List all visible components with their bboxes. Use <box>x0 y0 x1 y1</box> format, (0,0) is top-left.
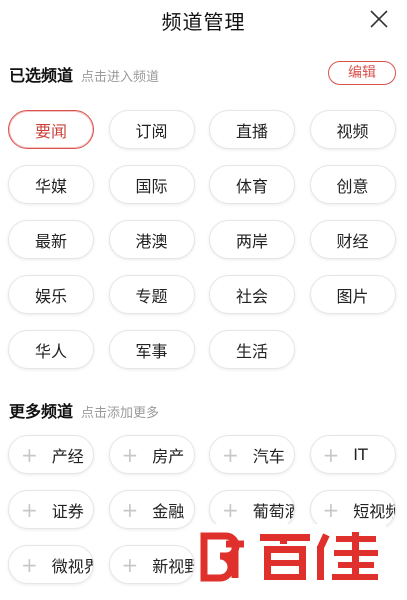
channel-label: 创意 <box>336 176 369 196</box>
channel-chip[interactable]: 华媒 <box>8 165 94 204</box>
add-channel-chip[interactable]: + 产经 <box>8 435 94 474</box>
plus-icon: + <box>121 497 139 522</box>
channel-chip[interactable]: 专题 <box>108 275 195 314</box>
channel-label: 国际 <box>135 176 168 196</box>
add-channel-chip[interactable]: + 汽车 <box>209 435 295 474</box>
plus-icon: + <box>222 497 239 522</box>
add-channel-chip[interactable]: + 证券 <box>8 490 94 529</box>
channel-label: 视频 <box>336 121 369 141</box>
channel-chip[interactable]: 港澳 <box>108 220 195 259</box>
channel-chip[interactable]: 军事 <box>108 330 195 369</box>
channel-chip[interactable]: 娱乐 <box>8 275 94 314</box>
channel-label: 娱乐 <box>34 286 67 306</box>
bt-logo-icon <box>200 532 378 582</box>
add-channel-chip[interactable]: + 微视界 <box>8 545 94 584</box>
channel-label: IT <box>353 445 368 464</box>
add-channel-chip[interactable]: + 新视野 <box>108 545 195 584</box>
add-channel-chip[interactable]: + 金融 <box>108 490 195 529</box>
channel-label: 最新 <box>34 231 67 251</box>
more-section-header: 更多频道 点击添加更多 <box>9 398 159 422</box>
more-section-title: 更多频道 <box>9 402 74 421</box>
channel-chip[interactable]: 直播 <box>209 110 295 149</box>
channel-chip[interactable]: 创意 <box>309 165 396 204</box>
plus-icon: + <box>21 442 38 467</box>
channel-chip[interactable]: 财经 <box>309 220 396 259</box>
channel-label: 港澳 <box>135 231 168 251</box>
channel-chip-active[interactable]: 要闻 <box>8 110 94 149</box>
channel-label: 生活 <box>235 341 268 361</box>
channel-label: 两岸 <box>235 231 268 251</box>
channel-label: 体育 <box>235 176 268 196</box>
add-channel-chip[interactable]: + IT <box>309 435 396 474</box>
channel-label: 订阅 <box>135 121 168 141</box>
channel-label: 华人 <box>34 341 67 361</box>
channel-label: 金融 <box>152 501 185 521</box>
plus-icon: + <box>322 442 340 467</box>
selected-channel-grid: 要闻 订阅 直播 视频华媒 国际 体育 创意最新 港澳 两岸 财经娱乐 专题 社会 图片华人 军事 生活 <box>8 110 400 369</box>
close-icon[interactable] <box>369 9 389 29</box>
selected-section-title: 已选频道 <box>9 66 74 85</box>
page-title: 频道管理 <box>161 10 246 34</box>
channel-label: 图片 <box>336 286 369 306</box>
header: 频道管理 <box>0 0 407 40</box>
selected-section-header: 已选频道 点击进入频道 <box>9 62 159 86</box>
channel-chip[interactable]: 华人 <box>8 330 94 369</box>
channel-chip[interactable]: 生活 <box>209 330 295 369</box>
plus-icon: + <box>322 497 340 522</box>
channel-label: 要闻 <box>34 121 67 141</box>
channel-label: 财经 <box>336 231 369 251</box>
channel-label: 专题 <box>135 286 168 306</box>
channel-chip[interactable]: 视频 <box>309 110 396 149</box>
watermark <box>196 524 386 588</box>
channel-label: 短视频 <box>353 501 394 521</box>
channel-label: 房产 <box>152 446 185 466</box>
channel-chip[interactable]: 订阅 <box>108 110 195 149</box>
plus-icon: + <box>222 442 239 467</box>
channel-label: 新视野 <box>152 556 193 576</box>
edit-button[interactable]: 编辑 <box>328 61 396 85</box>
channel-label: 微视界 <box>51 556 93 576</box>
plus-icon: + <box>121 442 139 467</box>
channel-chip[interactable]: 体育 <box>209 165 295 204</box>
channel-label: 证券 <box>51 501 84 521</box>
channel-label: 汽车 <box>252 446 285 466</box>
channel-label: 社会 <box>235 286 268 306</box>
channel-chip[interactable]: 最新 <box>8 220 94 259</box>
selected-section-hint: 点击进入频道 <box>81 70 160 85</box>
channel-label: 产经 <box>51 446 84 466</box>
channel-label: 直播 <box>235 121 268 141</box>
channel-chip[interactable]: 两岸 <box>209 220 295 259</box>
channel-chip[interactable]: 国际 <box>108 165 195 204</box>
more-section-hint: 点击添加更多 <box>81 406 160 421</box>
channel-chip[interactable]: 社会 <box>209 275 295 314</box>
plus-icon: + <box>21 497 38 522</box>
channel-chip[interactable]: 图片 <box>309 275 396 314</box>
channel-label: 军事 <box>135 341 168 361</box>
channel-label: 华媒 <box>34 176 67 196</box>
plus-icon: + <box>21 552 38 577</box>
plus-icon: + <box>121 552 139 577</box>
add-channel-chip[interactable]: + 房产 <box>108 435 195 474</box>
channel-label: 葡萄酒 <box>252 501 294 521</box>
